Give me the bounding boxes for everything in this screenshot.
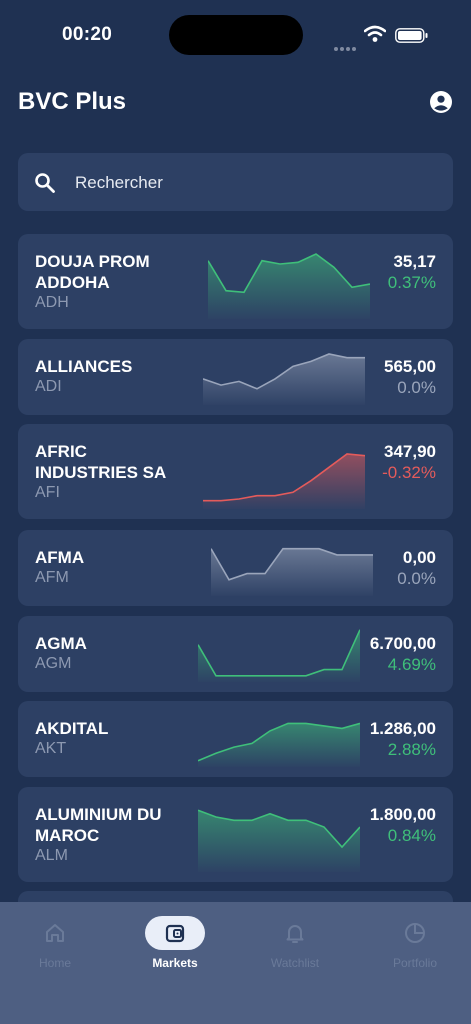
stock-ticker: AGM: [35, 655, 72, 672]
sparkline-area: [203, 354, 365, 405]
stock-name: ALUMINIUM DU MAROC: [35, 805, 162, 845]
tab-label: Portfolio: [392, 956, 438, 970]
stock-price: 565,00: [384, 357, 436, 376]
stock-price: 0,00: [402, 548, 436, 567]
tab-label: Markets: [152, 956, 198, 970]
stock-change: 2.88%: [387, 740, 436, 759]
stock-change: 4.69%: [387, 655, 436, 674]
stock-ticker: AFI: [35, 484, 60, 501]
stock-ticker: ADI: [35, 378, 62, 395]
wifi-icon: [364, 25, 386, 42]
status-bar: 00:20: [0, 0, 471, 70]
sparkline-line: [198, 629, 360, 677]
stock-change: 0.0%: [397, 378, 436, 397]
search-input[interactable]: [73, 153, 437, 213]
stock-ticker: AFM: [35, 569, 69, 586]
search-icon: [35, 173, 55, 193]
sparkline-area: [198, 629, 360, 682]
pie-chart-icon: [385, 916, 445, 950]
home-icon: [25, 916, 85, 950]
stock-name: AKDITAL: [35, 719, 109, 738]
stock-card[interactable]: ALLIANCES ADI 565,00 0.0%: [18, 339, 453, 415]
stock-price: 347,90: [384, 442, 436, 461]
stock-card[interactable]: AFRIC INDUSTRIES SA AFI 347,90 -0.32%: [18, 424, 453, 519]
stock-change: 0.0%: [397, 569, 436, 588]
tab-portfolio[interactable]: Portfolio: [370, 916, 460, 976]
tab-bar: Home Markets Watchlist Portfolio: [0, 902, 471, 1024]
profile-icon[interactable]: [429, 90, 453, 114]
tab-markets[interactable]: Markets: [130, 916, 220, 976]
stock-name: AFMA: [35, 548, 85, 567]
sparkline-chart: [208, 253, 370, 319]
stock-card[interactable]: AGMA AGM 6.700,00 4.69%: [18, 616, 453, 692]
tab-label: Home: [38, 956, 71, 970]
wallet-icon: [145, 916, 205, 950]
signal-icon: [334, 38, 358, 56]
sparkline-area: [211, 548, 373, 596]
stock-ticker: ADH: [35, 294, 69, 311]
tab-watchlist[interactable]: Watchlist: [250, 916, 340, 976]
app-header: BVC Plus: [18, 86, 453, 118]
stock-change: -0.32%: [382, 463, 436, 482]
stock-change: 0.37%: [387, 273, 436, 292]
sparkline-chart: [198, 722, 360, 767]
battery-icon: [395, 28, 428, 43]
bell-icon: [265, 916, 325, 950]
tab-label: Watchlist: [270, 956, 320, 970]
dynamic-island: [169, 15, 303, 55]
stock-ticker: AKT: [35, 740, 67, 757]
stock-card[interactable]: AKDITAL AKT 1.286,00 2.88%: [18, 701, 453, 777]
status-time: 00:20: [62, 24, 113, 45]
stock-card[interactable]: ALUMINIUM DU MAROC ALM 1.800,00 0.84%: [18, 787, 453, 882]
stock-name: DOUJA PROM ADDOHA: [35, 252, 150, 292]
app-title: BVC Plus: [18, 88, 127, 115]
stock-price: 1.800,00: [369, 805, 436, 824]
stock-name: ALLIANCES: [35, 357, 133, 376]
stock-price: 6.700,00: [369, 634, 436, 653]
stock-name: AGMA: [35, 634, 87, 653]
stock-card[interactable]: AFMA AFM 0,00 0.0%: [18, 530, 453, 606]
stock-name: AFRIC INDUSTRIES SA: [35, 442, 167, 482]
sparkline-chart: [203, 453, 365, 509]
stock-change: 0.84%: [387, 826, 436, 845]
sparkline-chart: [198, 809, 360, 872]
sparkline-chart: [198, 629, 360, 682]
stock-card[interactable]: DOUJA PROM ADDOHA ADH 35,17 0.37%: [18, 234, 453, 329]
sparkline-chart: [203, 353, 365, 405]
tab-home[interactable]: Home: [10, 916, 100, 976]
stock-ticker: ALM: [35, 847, 68, 864]
search-bar[interactable]: [18, 153, 453, 213]
sparkline-area: [198, 723, 360, 767]
stock-price: 35,17: [393, 252, 436, 271]
sparkline-chart: [211, 547, 373, 596]
stock-price: 1.286,00: [369, 719, 436, 738]
